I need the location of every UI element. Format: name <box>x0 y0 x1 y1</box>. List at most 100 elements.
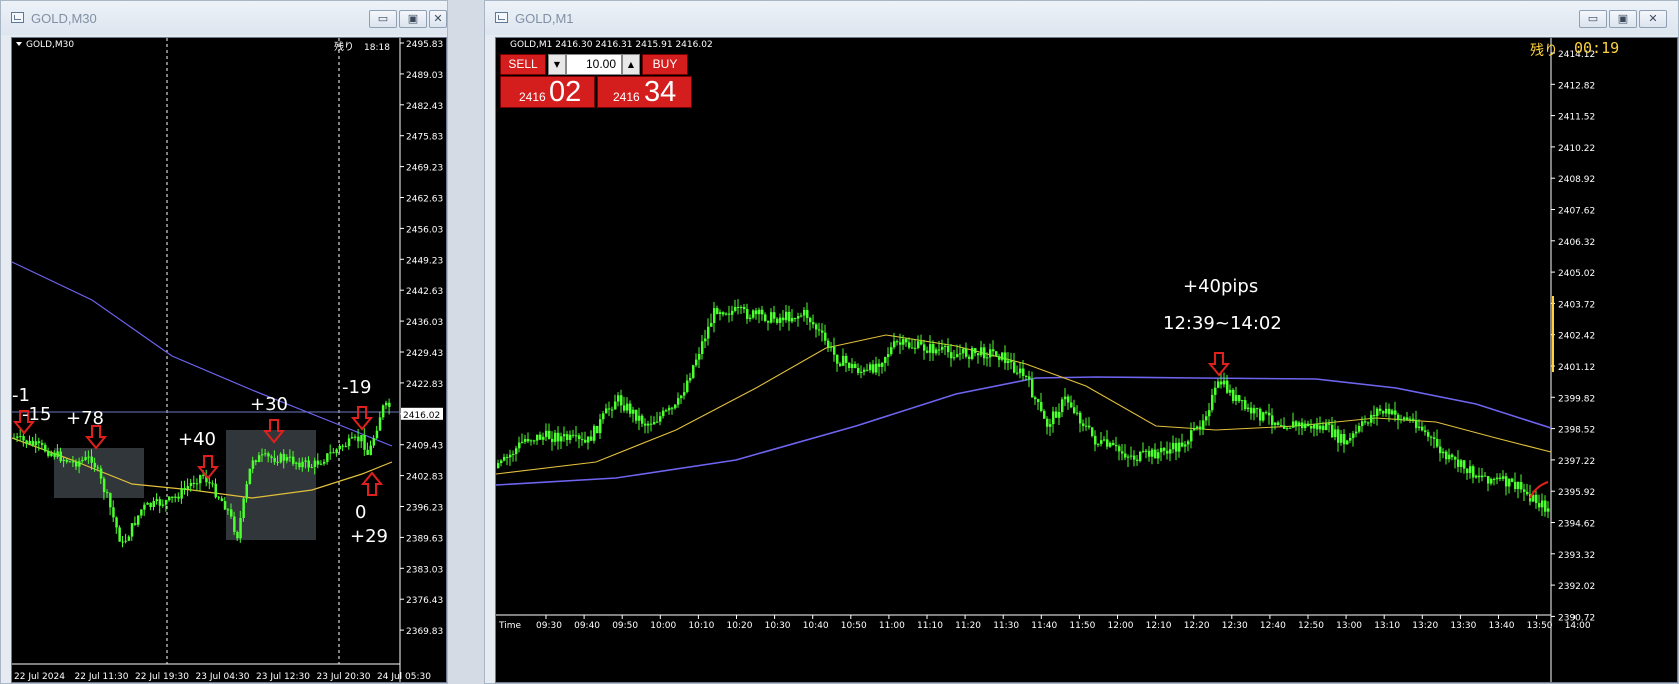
candle-body <box>214 483 217 498</box>
minimize-button[interactable]: ▭ <box>1579 10 1607 28</box>
close-button[interactable]: ✕ <box>429 10 447 28</box>
candle-body <box>279 453 283 463</box>
candle-body <box>953 357 956 359</box>
left-window-titlebar[interactable]: GOLD,M30 ▭ ▣ ✕ <box>1 1 447 35</box>
candle-body <box>881 362 884 367</box>
candle-body <box>1451 454 1454 458</box>
candle-body <box>1205 416 1208 421</box>
candle-body <box>25 440 28 445</box>
candle-body <box>267 453 270 457</box>
time-tick-label: 10:40 <box>803 621 829 631</box>
candle-body <box>1280 424 1283 426</box>
candle-body <box>177 496 180 499</box>
candle-body <box>1265 412 1268 414</box>
candle-body <box>251 460 255 469</box>
left-price-chart[interactable]: 2495.83 2489.03 2482.43 2475.83 2469.23 2462.… <box>11 37 447 683</box>
time-tick-label: 22 Jul 11:30 <box>75 672 129 682</box>
candle-body <box>1058 412 1061 418</box>
candle-body <box>1505 476 1508 487</box>
left-chart-canvas[interactable]: 2495.83 2489.03 2482.43 2475.83 2469.23 2462.… <box>12 38 446 682</box>
candle-body <box>329 452 332 454</box>
sell-price-major: 2416 <box>519 90 546 104</box>
candle-body <box>1490 478 1493 484</box>
lot-down-button[interactable]: ▼ <box>548 54 566 75</box>
time-tick-label: 12:40 <box>1260 621 1286 631</box>
close-button[interactable]: ✕ <box>1639 10 1667 28</box>
candle-body <box>323 461 326 464</box>
candle-body <box>686 380 689 393</box>
candle-body <box>1322 425 1325 431</box>
candle-body <box>821 330 824 333</box>
candle-body <box>608 408 611 410</box>
price-tick-label: 2495.83 <box>406 40 443 50</box>
candle-body <box>869 364 872 371</box>
candle-body <box>1472 466 1475 478</box>
candle-body <box>848 362 851 369</box>
candle-body <box>1337 429 1340 443</box>
lot-size-input[interactable]: 10.00 <box>566 54 622 75</box>
candle-body <box>245 484 248 499</box>
candle-body <box>385 402 388 406</box>
candle-body <box>133 523 137 525</box>
restore-button[interactable]: ▣ <box>1609 10 1637 28</box>
candle-body <box>920 341 923 345</box>
candle-body <box>298 462 301 468</box>
price-tick-label: 2396.23 <box>406 504 443 514</box>
candle-body <box>1061 399 1064 413</box>
candle-body <box>1232 389 1235 401</box>
right-chart-canvas[interactable]: 2414.122412.822411.522410.222408.922407.… <box>496 38 1677 682</box>
candle-body <box>551 438 554 442</box>
candle-body <box>372 438 376 446</box>
candle-body <box>671 407 674 409</box>
candle-body <box>1538 503 1541 508</box>
right-window-titlebar[interactable]: GOLD,M1 ▭ ▣ ✕ <box>485 1 1678 35</box>
candle-body <box>1388 408 1391 415</box>
right-price-chart[interactable]: 2414.12 2412.82 2411.52 2410.22 2408.92 2407.… <box>495 37 1678 683</box>
candle-body <box>1079 412 1082 424</box>
candle-body <box>1256 408 1259 410</box>
restore-button[interactable]: ▣ <box>399 10 427 28</box>
buy-button[interactable]: BUY <box>642 54 688 75</box>
candle-body <box>1301 422 1304 429</box>
current-price-label: 2416.02 <box>403 411 440 421</box>
candle-body <box>261 454 264 456</box>
candle-body <box>656 421 659 423</box>
candle-body <box>354 436 357 438</box>
candle-body <box>22 435 25 441</box>
candle-body <box>950 352 953 359</box>
candle-body <box>152 501 155 508</box>
candle-body <box>1181 442 1184 447</box>
time-tick-label: 22 Jul 19:30 <box>135 672 189 682</box>
candle-body <box>1391 410 1394 415</box>
candle-body <box>722 312 725 315</box>
candle-body <box>809 317 812 323</box>
candle-body <box>659 416 662 422</box>
candle-body <box>1304 423 1307 429</box>
candle-body <box>986 357 989 359</box>
minimize-button[interactable]: ▭ <box>369 10 397 28</box>
candle-body <box>155 499 159 502</box>
candle-body <box>713 308 716 323</box>
candle-body <box>710 322 713 327</box>
candle-body <box>866 369 869 371</box>
candle-body <box>536 434 539 441</box>
candle-body <box>381 405 385 418</box>
candle-body <box>1046 418 1049 427</box>
candle-body <box>1448 454 1451 460</box>
candle-body <box>183 488 186 490</box>
buy-price-button[interactable]: 2416 34 <box>597 76 692 108</box>
candle-body <box>935 349 938 354</box>
candle-body <box>1370 414 1373 423</box>
lot-up-button[interactable]: ▲ <box>622 54 640 75</box>
candle-body <box>1520 482 1523 490</box>
left-chart-window: GOLD,M30 ▭ ▣ ✕ 2495.83 2489.03 2482.43 2475… <box>0 0 448 684</box>
sell-button[interactable]: SELL <box>500 54 546 75</box>
candle-body <box>629 403 632 414</box>
time-tick-label: 11:40 <box>1031 621 1057 631</box>
time-tick-label: 13:50 <box>1527 621 1553 631</box>
candle-body <box>878 363 881 367</box>
trade-result-label: -15 <box>22 404 51 425</box>
candle-body <box>282 453 286 461</box>
sell-price-button[interactable]: 2416 02 <box>500 76 595 108</box>
candle-body <box>734 306 737 311</box>
